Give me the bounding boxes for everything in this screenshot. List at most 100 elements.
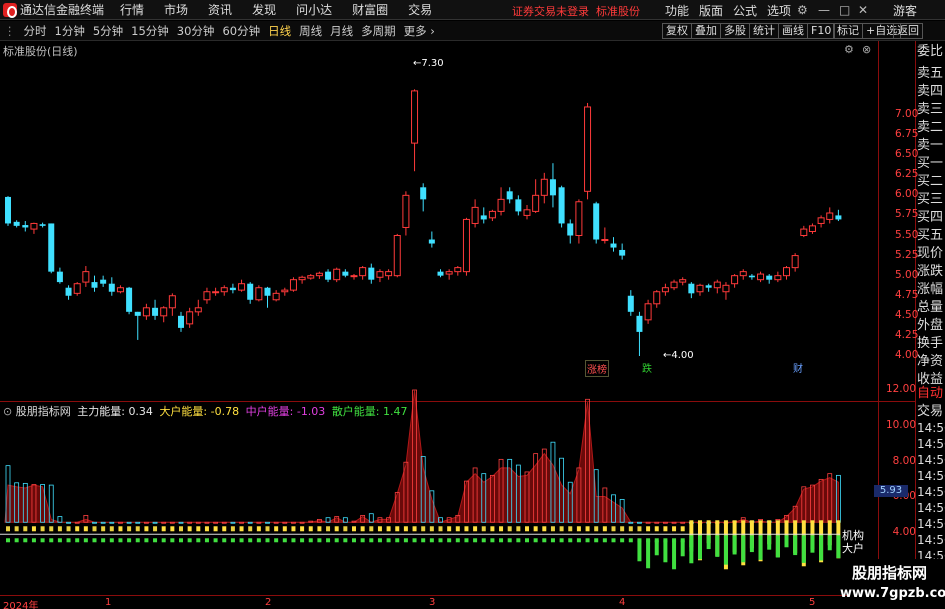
candle <box>661 283 669 296</box>
candle <box>506 187 513 204</box>
sidebar-ask1[interactable]: 卖一 <box>917 137 945 155</box>
trade-time: 14:56 <box>917 469 945 483</box>
badge-fall[interactable]: 跌 <box>641 360 653 375</box>
big-player-bar <box>602 526 607 532</box>
retail-bar <box>628 538 633 543</box>
sidebar-bid3[interactable]: 买三 <box>917 191 945 209</box>
period-weekly[interactable]: 周线 <box>299 23 322 39</box>
sidebar-change-pct[interactable]: 涨幅 <box>917 281 945 299</box>
close-icon[interactable]: ✕ <box>858 3 868 17</box>
candle-body <box>5 196 11 224</box>
sidebar-ask5[interactable]: 卖五 <box>917 65 945 83</box>
button-back[interactable]: 返回 <box>893 23 923 39</box>
retail-bar <box>369 538 374 543</box>
menu-market[interactable]: 市场 <box>164 1 188 18</box>
candle-body <box>817 217 825 224</box>
guest-user[interactable]: 游客 <box>893 2 917 19</box>
retail-bar <box>118 538 123 543</box>
menu-news[interactable]: 资讯 <box>208 1 232 18</box>
settings-icon[interactable]: ⚙ <box>797 3 808 17</box>
sidebar-ask3[interactable]: 卖三 <box>917 101 945 119</box>
sidebar-current-price[interactable]: 现价 <box>917 245 945 263</box>
menu-options[interactable]: 选项 <box>767 2 791 19</box>
button-multi-stock[interactable]: 多股 <box>720 23 750 39</box>
button-statistics[interactable]: 统计 <box>749 23 779 39</box>
period-more[interactable]: 更多 › <box>404 23 435 39</box>
menu-ask-xiaoda[interactable]: 问小达 <box>296 1 332 18</box>
big-player-bar <box>594 526 599 532</box>
candle-body <box>168 295 176 309</box>
candle-body <box>212 291 220 294</box>
energy-bar <box>273 521 279 524</box>
button-f10[interactable]: F10 <box>807 23 836 39</box>
candle-body <box>48 223 55 272</box>
sidebar-volume[interactable]: 总量 <box>917 299 945 317</box>
x-label-year: 2024年 <box>3 601 39 609</box>
period-intraday[interactable]: 分时 <box>24 23 47 39</box>
sidebar-change[interactable]: 涨跌 <box>917 263 945 281</box>
sidebar-bid4[interactable]: 买四 <box>917 209 945 227</box>
candle-body <box>22 225 29 228</box>
period-30min[interactable]: 30分钟 <box>177 23 215 39</box>
sidebar-ask2[interactable]: 卖二 <box>917 119 945 137</box>
period-60min[interactable]: 60分钟 <box>222 23 260 39</box>
retail-bar <box>265 538 270 543</box>
candle <box>289 277 297 292</box>
period-daily[interactable]: 日线 <box>268 23 291 39</box>
candle <box>549 163 556 208</box>
retail-bar <box>654 540 659 556</box>
menu-trade[interactable]: 交易 <box>408 1 432 18</box>
energy-bar <box>221 521 227 524</box>
button-mark[interactable]: 标记 <box>833 23 863 39</box>
retail-bar <box>499 538 504 543</box>
login-warning[interactable]: 证券交易未登录 标准股份 <box>512 3 640 19</box>
period-multi[interactable]: 多周期 <box>361 23 396 39</box>
period-15min[interactable]: 15分钟 <box>131 23 169 39</box>
candle-body <box>298 276 306 281</box>
retail-bar <box>602 538 607 543</box>
energy-indicator-chart[interactable] <box>0 380 878 595</box>
energy-bar <box>663 521 668 524</box>
sidebar-bid5[interactable]: 买五 <box>917 227 945 245</box>
big-player-bar <box>525 526 529 532</box>
sidebar-commission-ratio[interactable]: 委比 <box>917 43 945 61</box>
sidebar-bid2[interactable]: 买二 <box>917 173 945 191</box>
retail-bar <box>308 538 313 543</box>
period-1min[interactable]: 1分钟 <box>55 23 85 39</box>
menu-formula[interactable]: 公式 <box>733 2 757 19</box>
sidebar-turnover[interactable]: 换手 <box>917 335 945 353</box>
menu-layout[interactable]: 版面 <box>699 2 723 19</box>
menu-function[interactable]: 功能 <box>665 2 689 19</box>
badge-finance[interactable]: 财 <box>792 360 804 375</box>
low-price-label: ←4.00 <box>663 350 694 361</box>
button-overlay[interactable]: 叠加 <box>691 23 721 39</box>
energy-bar <box>239 521 244 524</box>
button-draw-line[interactable]: 画线 <box>778 23 808 39</box>
menu-quotes[interactable]: 行情 <box>120 1 144 18</box>
big-player-bar <box>429 526 434 532</box>
big-player-bar <box>611 526 616 532</box>
sidebar-bid1[interactable]: 买一 <box>917 155 945 173</box>
candlestick-chart[interactable] <box>0 55 878 369</box>
candle-body <box>307 275 315 279</box>
sidebar-outer-volume[interactable]: 外盘 <box>917 317 945 335</box>
menu-wealth-circle[interactable]: 财富圈 <box>352 1 388 18</box>
sidebar-net-assets[interactable]: 净资 <box>917 353 945 371</box>
period-monthly[interactable]: 月线 <box>330 23 353 39</box>
candle <box>186 307 194 328</box>
sidebar-trade[interactable]: 交易 <box>917 403 945 421</box>
candle-body <box>774 275 782 281</box>
button-rights-adjust[interactable]: 复权 <box>662 23 692 39</box>
maximize-icon[interactable]: □ <box>839 3 850 17</box>
sidebar-ask4[interactable]: 卖四 <box>917 83 945 101</box>
period-5min[interactable]: 5分钟 <box>93 23 123 39</box>
indicator-tick-label: 8.00 <box>892 454 916 467</box>
minimize-icon[interactable]: — <box>818 3 830 17</box>
candle <box>39 222 46 228</box>
menu-discover[interactable]: 发现 <box>252 1 276 18</box>
candle <box>264 286 271 308</box>
candle <box>385 269 393 280</box>
candle-body <box>82 271 90 283</box>
badge-limit-up[interactable]: 涨榜 <box>585 360 609 377</box>
sidebar-auto[interactable]: 自动 <box>917 385 945 403</box>
